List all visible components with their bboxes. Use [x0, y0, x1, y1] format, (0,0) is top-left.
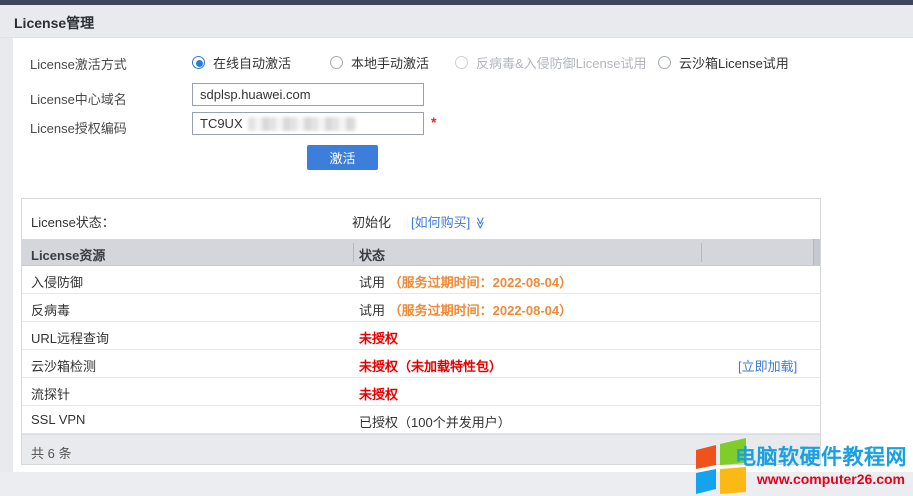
status-cell: 试用 （服务过期时间：2022-08-04） [359, 272, 572, 291]
status-text: 未授权（未加载特性包） [359, 359, 502, 374]
license-center-domain-label: License中心域名 [30, 89, 127, 108]
table-row: 云沙箱检测 未授权（未加载特性包） [立即加载] [22, 350, 820, 378]
table-header: License资源 状态 [22, 239, 820, 266]
license-code-input[interactable]: TC9UX [192, 112, 424, 135]
header-divider [353, 243, 354, 262]
status-text: （服务过期时间：2022-08-04） [389, 303, 573, 318]
radio-option-2[interactable]: 本地手动激活 [330, 53, 429, 72]
resource-cell: 流探针 [31, 384, 70, 403]
header-divider [701, 243, 702, 262]
status-text: 试用 [359, 303, 389, 318]
status-text: 未授权 [359, 331, 398, 346]
license-code-label: License授权编码 [30, 118, 127, 137]
status-text: （服务过期时间：2022-08-04） [389, 275, 573, 290]
page-header [0, 5, 913, 38]
license-status-label: License状态： [31, 212, 115, 231]
resource-cell: 入侵防御 [31, 272, 83, 291]
activation-method-label: License激活方式 [30, 54, 127, 73]
license-code-blur-mask [248, 117, 356, 131]
radio-label: 在线自动激活 [213, 53, 291, 72]
double-chevron-down-icon[interactable]: ≫ [474, 217, 488, 230]
status-cell: 未授权（未加载特性包） [359, 356, 502, 375]
watermark: 电脑软硬件教程网 www.computer26.com [688, 435, 913, 496]
license-status-panel: License状态： 初始化 [如何购买]≫ License资源 状态 入侵防御… [21, 198, 821, 465]
status-text: 试用 [359, 275, 389, 290]
table-row: 流探针 未授权 [22, 378, 820, 406]
resource-cell: SSL VPN [31, 412, 85, 427]
radio-option-4[interactable]: 云沙箱License试用 [658, 53, 789, 72]
status-text: 已授权（100个并发用户） [359, 415, 511, 430]
status-text: 未授权 [359, 387, 398, 402]
resource-cell: 云沙箱检测 [31, 356, 96, 375]
table-row: 反病毒 试用 （服务过期时间：2022-08-04） [22, 294, 820, 322]
required-asterisk: * [431, 114, 436, 130]
resource-cell: URL远程查询 [31, 328, 109, 347]
status-cell: 未授权 [359, 384, 398, 403]
status-cell: 已授权（100个并发用户） [359, 412, 511, 431]
table-row: URL远程查询 未授权 [22, 322, 820, 350]
license-status-row: License状态： 初始化 [如何购买]≫ [22, 199, 820, 239]
left-gutter [0, 38, 13, 472]
watermark-site-url: www.computer26.com [757, 471, 905, 487]
table-body: 入侵防御试用 （服务过期时间：2022-08-04）反病毒试用 （服务过期时间：… [22, 266, 820, 434]
how-to-buy-link[interactable]: [如何购买]≫ [411, 212, 487, 231]
radio-icon [330, 56, 343, 69]
radio-option-1[interactable]: 在线自动激活 [192, 53, 291, 72]
radio-label: 本地手动激活 [351, 53, 429, 72]
radio-icon [455, 56, 468, 69]
license-status-value: 初始化 [352, 212, 391, 231]
total-count-text: 共 6 条 [31, 443, 71, 462]
header-scrollbar-stub [813, 239, 820, 265]
table-row: 入侵防御 试用 （服务过期时间：2022-08-04） [22, 266, 820, 294]
resource-cell: 反病毒 [31, 300, 70, 319]
watermark-site-name: 电脑软硬件教程网 [735, 441, 907, 471]
header-status: 状态 [359, 245, 385, 264]
radio-option-3: 反病毒&入侵防御License试用 [455, 53, 646, 72]
radio-label: 反病毒&入侵防御License试用 [476, 53, 646, 72]
license-center-domain-input[interactable] [192, 83, 424, 106]
activate-button[interactable]: 激活 [307, 145, 378, 170]
page-title: License管理 [14, 13, 94, 33]
radio-selected-icon [192, 56, 205, 69]
status-cell: 未授权 [359, 328, 398, 347]
status-cell: 试用 （服务过期时间：2022-08-04） [359, 300, 572, 319]
license-code-visible-text: TC9UX [200, 116, 243, 131]
load-now-link[interactable]: [立即加载] [738, 356, 797, 375]
radio-icon [658, 56, 671, 69]
radio-label: 云沙箱License试用 [679, 53, 789, 72]
header-license-resource: License资源 [31, 245, 105, 264]
table-row: SSL VPN 已授权（100个并发用户） [22, 406, 820, 434]
